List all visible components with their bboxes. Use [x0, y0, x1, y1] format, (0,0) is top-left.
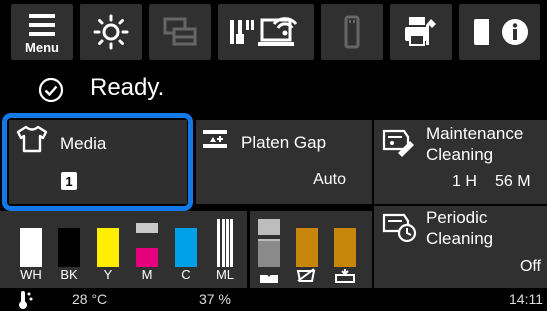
info-icon: [502, 19, 528, 45]
maintenance-printer-button[interactable]: [390, 4, 452, 60]
ink-ml-stripe: [226, 219, 229, 267]
platen-gap-panel[interactable]: Platen Gap Auto: [196, 120, 372, 204]
brightness-button[interactable]: [80, 4, 142, 60]
maintenance-cleaning-minutes: 56 M: [495, 173, 531, 190]
menu-button[interactable]: Menu: [11, 4, 73, 60]
ink-label: ML: [216, 267, 234, 282]
ink-label: C: [181, 267, 190, 282]
ink-label: BK: [60, 267, 78, 282]
print-queue-button[interactable]: [149, 4, 211, 60]
maintenance-cleaning-icon: [382, 129, 414, 157]
check-circle-icon: [38, 77, 64, 103]
usb-icon: [344, 15, 360, 49]
humidity-text: 37 %: [199, 291, 231, 307]
ink-ml-stripe: [222, 219, 225, 267]
tshirt-icon: [16, 125, 48, 153]
ink-separator: [247, 211, 250, 288]
ink-ml: ML: [214, 219, 236, 282]
usb-button[interactable]: [321, 4, 383, 60]
periodic-cleaning-label-line2: Cleaning: [426, 229, 494, 248]
menu-label: Menu: [25, 40, 59, 55]
ink-remaining-marker: [136, 223, 158, 233]
print-queue-icon: [163, 17, 197, 46]
platen-gap-value: Auto: [313, 171, 346, 188]
status-bar: Ready.: [0, 65, 547, 111]
ink-label: WH: [20, 267, 42, 282]
ink-fill: [97, 228, 119, 267]
ink-fill: [58, 228, 80, 267]
ink-label: M: [142, 267, 153, 282]
waste-fill: [258, 241, 280, 267]
kit-icon: [335, 274, 355, 283]
time-text: 14:11: [509, 291, 543, 307]
brightness-icon: [93, 14, 129, 50]
periodic-cleaning-value: Off: [519, 258, 541, 275]
maintenance-printer-icon: [405, 17, 436, 46]
ink-y: Y: [97, 219, 119, 282]
network-button[interactable]: [218, 4, 314, 60]
ink-m: M: [136, 219, 158, 282]
ink-fill: [175, 228, 197, 267]
ink-label: Y: [104, 267, 113, 282]
waste-fill: [334, 228, 356, 267]
media-slot-badge: 1: [61, 172, 77, 190]
periodic-cleaning-icon: [382, 213, 417, 243]
temperature-text: 28 °C: [72, 291, 108, 307]
info-button[interactable]: [490, 4, 540, 60]
periodic-cleaning-panel[interactable]: Periodic Cleaning Off: [374, 206, 547, 288]
maintenance-cleaning-label-line1: Maintenance: [426, 124, 524, 143]
status-text: Ready.: [90, 74, 165, 101]
maintenance-cleaning-label-line2: Cleaning: [426, 145, 494, 164]
thermometer-icon: [19, 291, 33, 309]
waste-fill: [296, 228, 318, 267]
ink-bk: BK: [58, 219, 80, 282]
periodic-cleaning-label-line1: Periodic: [426, 208, 488, 227]
media-label: Media: [60, 134, 107, 153]
ink-ml-stripe: [230, 219, 233, 267]
maintenance-cleaning-panel[interactable]: Maintenance Cleaning 1 H 56 M: [374, 120, 547, 204]
media-panel[interactable]: Media 1: [9, 120, 187, 204]
platen-gap-icon: [203, 130, 227, 148]
ink-c: C: [175, 219, 197, 282]
ink-fill: [136, 248, 158, 267]
ink-fill: [20, 228, 42, 267]
network-icon: [230, 17, 298, 46]
ink-levels-graphic: WH BK Y M C ML: [20, 211, 356, 288]
ink-wh: WH: [20, 219, 42, 282]
top-toolbar: Menu: [0, 0, 547, 65]
maintenance-cleaning-hours: 1 H: [452, 173, 477, 190]
waste-divider: [258, 235, 280, 239]
platen-gap-label: Platen Gap: [241, 133, 327, 152]
waste-ink-bottle-icon: [258, 219, 280, 283]
menu-icon: [29, 14, 55, 36]
cleaning-kit-icon: [334, 219, 356, 283]
maintenance-box-icon: [296, 219, 318, 282]
ink-ml-stripe: [217, 219, 220, 267]
bottom-status-bar: 28 °C 37 % 14:11: [0, 288, 547, 311]
kit-arrow: [341, 269, 349, 276]
